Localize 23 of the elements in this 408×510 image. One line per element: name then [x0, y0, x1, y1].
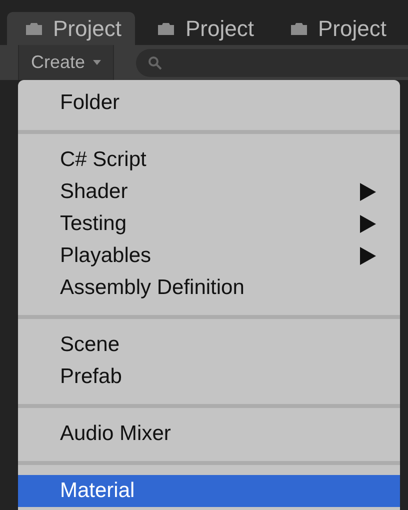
menu-item[interactable]: Playables — [18, 240, 400, 272]
project-tab[interactable]: Project — [272, 12, 400, 45]
caret-icon — [93, 60, 102, 65]
menu-item[interactable]: Assembly Definition — [18, 272, 400, 304]
folder-icon — [157, 22, 176, 36]
submenu-arrow-icon — [360, 247, 376, 265]
menu-item[interactable]: Scene — [18, 329, 400, 361]
submenu-arrow-icon — [360, 183, 376, 201]
menu-item[interactable]: C# Script — [18, 144, 400, 176]
menu-item[interactable]: Material — [18, 475, 400, 507]
menu-item[interactable]: Prefab — [18, 361, 400, 393]
menu-item[interactable]: Audio Mixer — [18, 418, 400, 450]
project-tab[interactable]: Project — [7, 12, 136, 45]
folder-icon — [25, 22, 43, 36]
folder-icon — [290, 22, 308, 36]
project-tab[interactable]: Project — [139, 12, 268, 45]
menu-item[interactable]: Shader — [18, 176, 400, 208]
menu-item[interactable]: Testing — [18, 208, 400, 240]
search-icon — [148, 56, 162, 70]
menu-item[interactable]: Folder — [18, 87, 400, 119]
search-field[interactable] — [136, 48, 408, 76]
submenu-arrow-icon — [360, 215, 376, 233]
create-button[interactable]: Create — [18, 45, 114, 80]
